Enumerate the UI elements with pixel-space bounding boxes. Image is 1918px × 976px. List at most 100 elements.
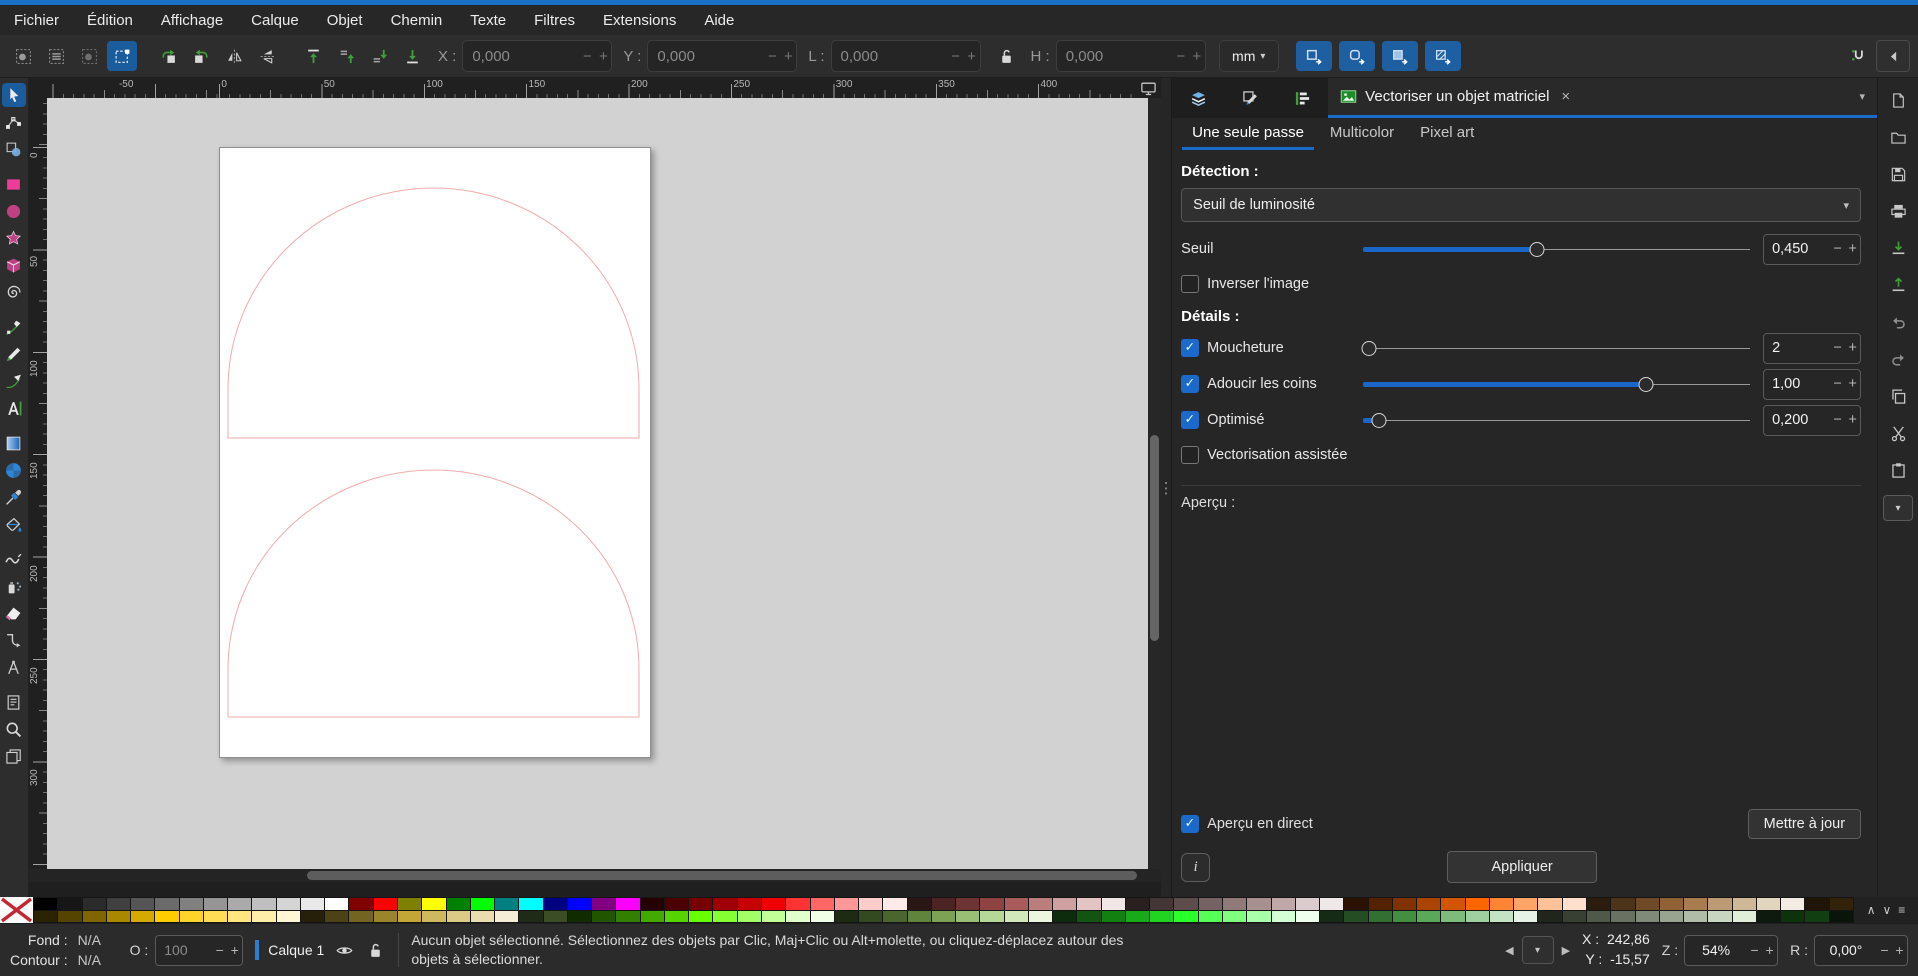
horizontal-scrollbar[interactable] [29,869,1161,882]
scale-corners-toggle[interactable] [1339,41,1375,71]
smooth-corners-decrement-button[interactable]: − [1830,376,1845,392]
document-new-button[interactable] [1886,88,1910,112]
palette-swatch[interactable] [180,911,203,923]
palette-swatch[interactable] [1272,911,1295,923]
scale-gradients-toggle[interactable] [1382,41,1418,71]
eraser-tool[interactable] [2,601,26,625]
palette-swatch[interactable] [155,911,178,923]
palette-swatch[interactable] [1369,911,1392,923]
palette-swatch[interactable] [1636,911,1659,923]
palette-swatch[interactable] [252,898,275,910]
palette-swatch[interactable] [1805,898,1828,910]
pages-tool[interactable] [2,744,26,768]
palette-swatch[interactable] [1174,911,1197,923]
spiral-tool[interactable] [2,280,26,304]
cut-button[interactable] [1886,421,1910,445]
palette-swatch[interactable] [956,898,979,910]
speckles-slider[interactable] [1363,340,1750,356]
menu-objet[interactable]: Objet [327,12,363,29]
palette-swatch[interactable] [1708,911,1731,923]
palette-swatch[interactable] [956,911,979,923]
nav-dropdown-button[interactable]: ▾ [1522,936,1554,964]
height-input[interactable]: 0,000 − + [1056,40,1206,72]
palette-swatch[interactable] [1660,911,1683,923]
palette-swatch[interactable] [1102,911,1125,923]
palette-swatch[interactable] [1805,911,1828,923]
copy-button[interactable] [1886,384,1910,408]
palette-swatch[interactable] [447,911,470,923]
palette-swatch[interactable] [883,911,906,923]
vertical-scrollbar[interactable] [1148,98,1161,869]
deselect-button[interactable] [74,41,104,71]
palette-swatch[interactable] [811,898,834,910]
palette-swatch[interactable] [908,898,931,910]
palette-swatch[interactable] [641,898,664,910]
threshold-decrement-button[interactable]: − [1830,241,1845,257]
smooth-corners-checkbox[interactable] [1181,375,1199,393]
palette-swatch[interactable] [1296,898,1319,910]
palette-swatch[interactable] [859,898,882,910]
lower-button[interactable] [364,41,394,71]
palette-swatch[interactable] [1660,898,1683,910]
palette-swatch[interactable] [1587,911,1610,923]
detection-mode-select[interactable]: Seuil de luminosité ▾ [1181,188,1861,222]
optimize-checkbox[interactable] [1181,411,1199,429]
y-input[interactable]: 0,000 − + [647,40,797,72]
palette-swatch[interactable] [762,898,785,910]
palette-swatch[interactable] [1053,898,1076,910]
print-button[interactable] [1886,199,1910,223]
gradient-tool[interactable] [2,431,26,455]
palette-swatch[interactable] [835,898,858,910]
flip-vertical-button[interactable] [252,41,282,71]
palette-swatch[interactable] [1029,911,1052,923]
palette-swatch[interactable] [398,911,421,923]
palette-swatch[interactable] [349,898,372,910]
menu-fichier[interactable]: Fichier [14,12,59,29]
palette-swatch[interactable] [1757,911,1780,923]
zoom-input[interactable]: 54% − + [1684,935,1778,966]
palette-swatch[interactable] [83,911,106,923]
horizontal-scrollbar-thumb[interactable] [307,871,1137,880]
palette-swatch[interactable] [1393,898,1416,910]
pen-tool[interactable] [2,315,26,339]
speckles-increment-button[interactable]: + [1845,340,1860,356]
palette-swatch[interactable] [252,911,275,923]
ellipse-tool[interactable] [2,199,26,223]
zoom-tool[interactable] [2,717,26,741]
palette-swatch[interactable] [228,911,251,923]
palette-swatch[interactable] [835,911,858,923]
info-button[interactable]: i [1181,853,1210,882]
save-button[interactable] [1886,162,1910,186]
measure-tool[interactable] [2,655,26,679]
x-increment-button[interactable]: + [595,48,611,65]
speckles-input[interactable]: 2 − + [1763,333,1861,364]
optimize-decrement-button[interactable]: − [1830,412,1845,428]
invert-image-checkbox[interactable] [1181,275,1199,293]
no-color-swatch[interactable] [0,897,33,923]
subtab-pixel-art[interactable]: Pixel art [1410,118,1484,150]
zoom-decrement-button[interactable]: − [1747,942,1762,958]
palette-swatch[interactable] [155,898,178,910]
palette-swatch[interactable] [1077,898,1100,910]
palette-swatch[interactable] [34,898,57,910]
unit-selector[interactable]: mm ▾ [1219,40,1279,72]
subtab-multicolor[interactable]: Multicolor [1320,118,1404,150]
palette-swatch[interactable] [1174,898,1197,910]
palette-swatch[interactable] [301,911,324,923]
lock-ratio-toggle[interactable] [994,43,1020,69]
zoom-increment-button[interactable]: + [1762,942,1777,958]
layer-visibility-toggle[interactable] [333,939,355,961]
fill-stroke-indicator[interactable]: Fond : Contour : N/A N/A [10,930,118,971]
palette-swatch[interactable] [568,898,591,910]
palette-swatch[interactable] [1102,898,1125,910]
palette-swatch[interactable] [1538,898,1561,910]
undo-button[interactable] [1886,310,1910,334]
palette-swatch[interactable] [641,911,664,923]
palette-swatch[interactable] [1781,911,1804,923]
optimize-slider-thumb[interactable] [1371,413,1386,428]
height-increment-button[interactable]: + [1189,48,1205,65]
rotate-cw-button[interactable] [186,41,216,71]
palette-swatch[interactable] [471,898,494,910]
palette-swatch[interactable] [131,911,154,923]
connector-tool[interactable] [2,628,26,652]
